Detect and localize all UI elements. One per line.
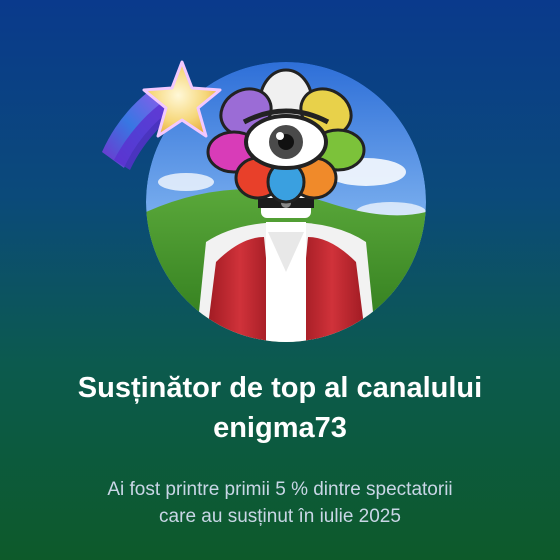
top-supporter-card: Susținător de top al canalului enigma73 … [0,0,560,560]
star-icon [102,60,222,170]
title-line: Susținător de top al canalului [77,372,483,404]
subtitle-line-1: Ai fost printre primii 5 % dintre specta… [107,479,453,500]
channel-name: enigma73 [213,412,347,444]
page-title: Susținător de top al canalului enigma73 [20,368,540,448]
subtitle: Ai fost printre primii 5 % dintre specta… [30,476,530,530]
subtitle-line-2: care au susținut în iulie 2025 [159,506,401,527]
